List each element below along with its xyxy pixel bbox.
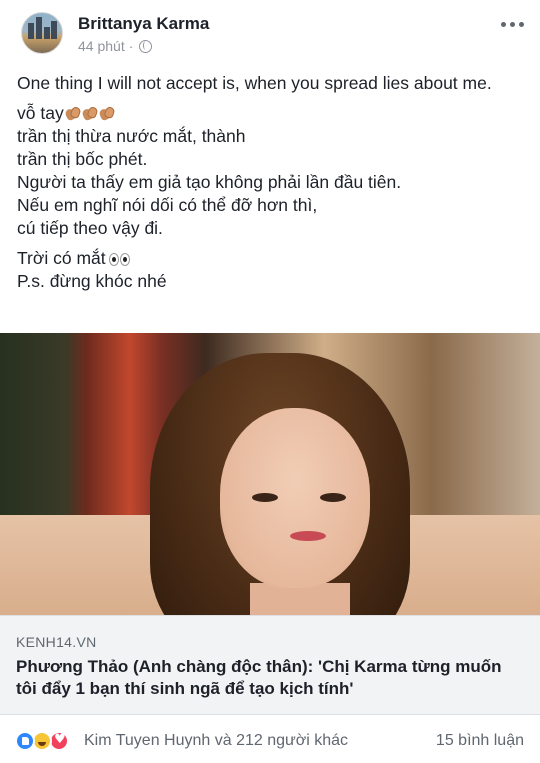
author-name[interactable]: Brittanya Karma bbox=[78, 14, 209, 34]
post-line: vỗ tay bbox=[17, 102, 527, 125]
post-text: One thing I will not accept is, when you… bbox=[17, 72, 527, 293]
love-icon bbox=[49, 731, 69, 751]
post-line: cú tiếp theo vậy đi. bbox=[17, 218, 163, 238]
clapping-hands-emoji bbox=[65, 105, 81, 121]
meta-separator: · bbox=[128, 38, 134, 54]
dot-icon bbox=[501, 22, 506, 27]
post-line: Người ta thấy em giả tạo không phải lần … bbox=[17, 172, 402, 192]
haha-icon bbox=[32, 731, 52, 751]
clapping-hands-emoji bbox=[99, 105, 115, 121]
link-preview-card[interactable]: KENH14.VN Phương Thảo (Anh chàng độc thâ… bbox=[0, 615, 540, 715]
dot-icon bbox=[519, 22, 524, 27]
post-line: P.s. đừng khóc nhé bbox=[17, 271, 167, 291]
link-domain: KENH14.VN bbox=[16, 634, 97, 650]
globe-icon bbox=[139, 39, 153, 53]
like-icon bbox=[15, 731, 35, 751]
post-line: One thing I will not accept is, when you… bbox=[17, 73, 492, 93]
reactions-summary[interactable]: Kim Tuyen Huynh và 212 người khác bbox=[84, 732, 348, 750]
more-options-button[interactable] bbox=[501, 22, 524, 27]
dot-icon bbox=[510, 22, 515, 27]
post-time[interactable]: 44 phút bbox=[78, 38, 125, 54]
post-meta: 44 phút · bbox=[78, 38, 153, 54]
link-headline[interactable]: Phương Thảo (Anh chàng độc thân): 'Chị K… bbox=[16, 656, 521, 700]
link-preview-image[interactable] bbox=[0, 333, 540, 615]
author-avatar[interactable] bbox=[21, 12, 63, 54]
post-header: Brittanya Karma 44 phút · bbox=[0, 0, 540, 66]
post-line: trần thị bốc phét. bbox=[17, 149, 148, 169]
post-line: trần thị thừa nước mắt, thành bbox=[17, 126, 246, 146]
eyes-emoji bbox=[108, 252, 132, 266]
comments-count[interactable]: 15 bình luận bbox=[436, 732, 524, 750]
post-line: Nếu em nghĩ nói dối có thể đỡ hơn thì, bbox=[17, 195, 318, 215]
post-line: Trời có mắt bbox=[17, 247, 527, 270]
reaction-icons[interactable] bbox=[15, 731, 77, 751]
clapping-hands-emoji bbox=[82, 105, 98, 121]
post-footer: Kim Tuyen Huynh và 212 người khác 15 bìn… bbox=[0, 715, 540, 763]
